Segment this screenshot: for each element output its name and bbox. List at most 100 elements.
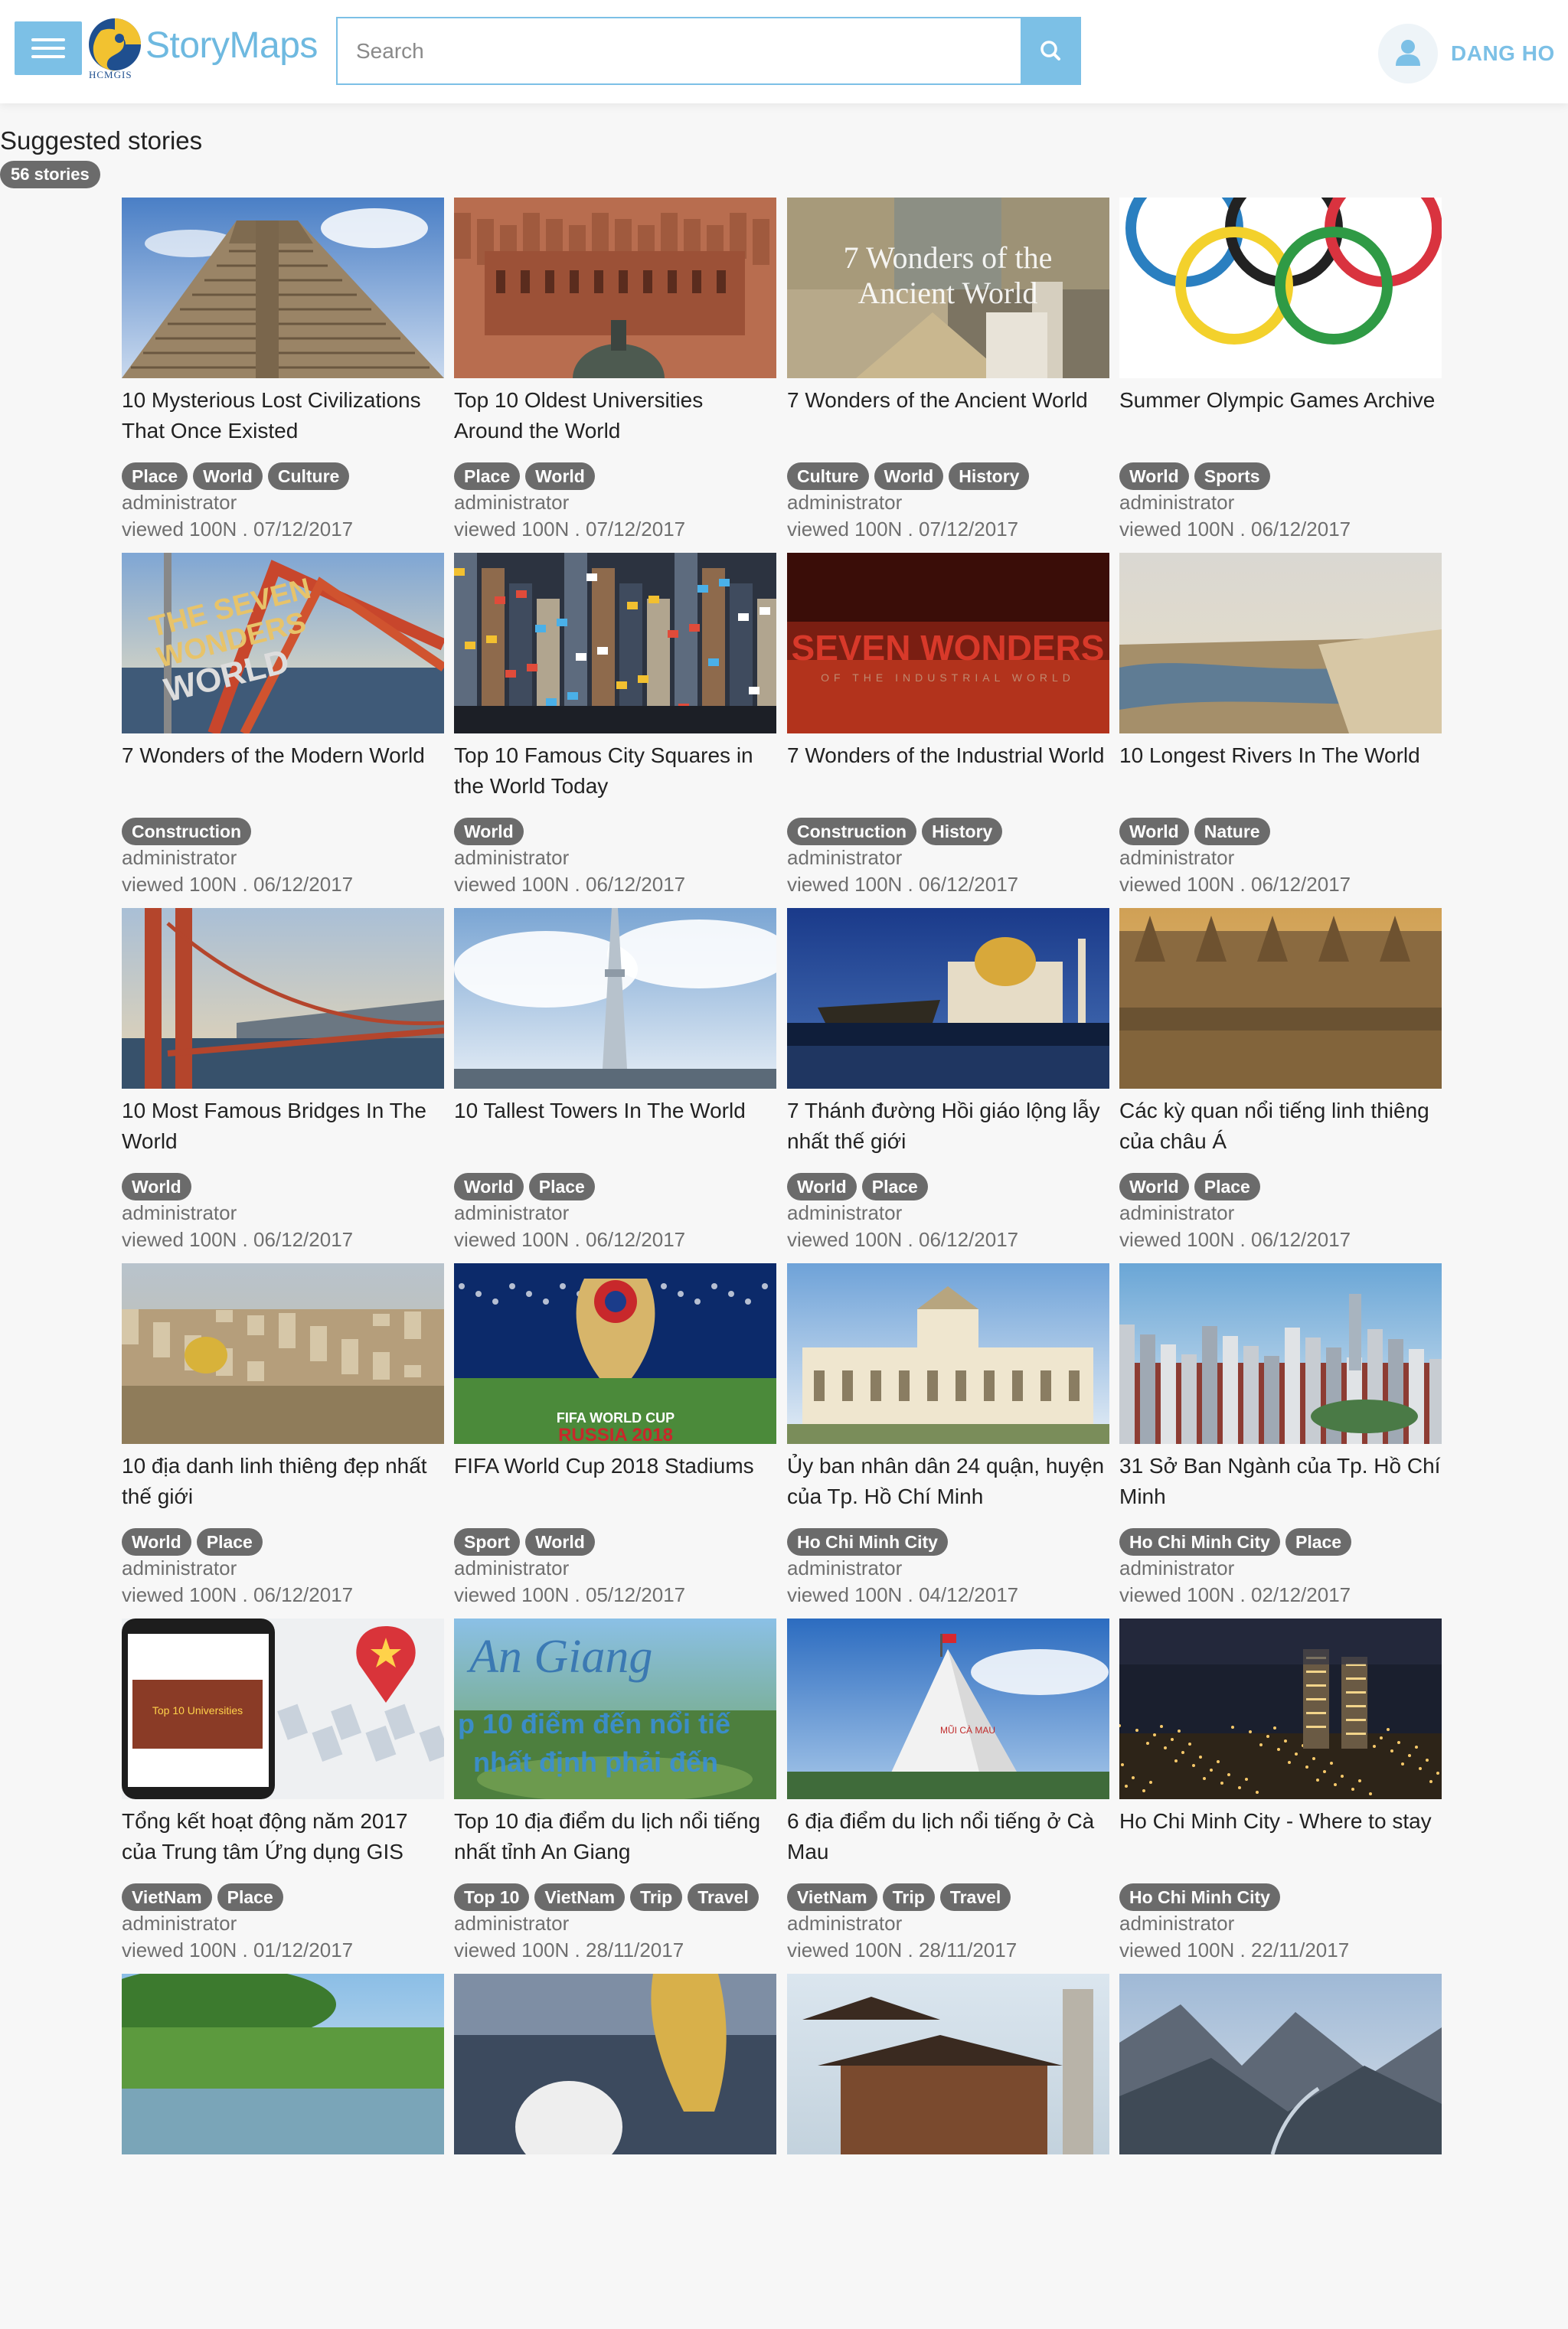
tag-badge[interactable]: World <box>193 462 263 490</box>
story-thumbnail[interactable]: Top 10 Universities <box>122 1619 444 1799</box>
story-thumbnail[interactable] <box>1119 1974 1442 2154</box>
tag-badge[interactable]: Place <box>1285 1528 1352 1556</box>
story-thumbnail[interactable] <box>1119 553 1442 733</box>
story-card[interactable]: FIFA WORLD CUP RUSSIA 2018 FIFA World Cup… <box>454 1263 776 1619</box>
tag-badge[interactable]: World <box>454 1173 524 1200</box>
story-card[interactable]: Summer Olympic Games Archive World Sports a… <box>1119 198 1442 553</box>
story-thumbnail[interactable] <box>454 553 776 733</box>
story-thumbnail[interactable]: SEVEN WONDERS OF THE INDUSTRIAL WORLD <box>787 553 1109 733</box>
story-title[interactable]: 6 địa điểm du lịch nổi tiếng ở Cà Mau <box>787 1806 1109 1867</box>
user-name-link[interactable]: DANG HO <box>1451 41 1555 66</box>
story-title[interactable]: 7 Wonders of the Ancient World <box>787 385 1109 416</box>
story-card[interactable]: Top 10 Universities Tổng kết hoạt động n… <box>122 1619 444 1974</box>
story-thumbnail[interactable] <box>122 198 444 378</box>
story-card[interactable]: THE SEVEN WONDERS WORLD 7 Wonders of the … <box>122 553 444 908</box>
tag-badge[interactable]: Place <box>454 462 521 490</box>
story-title[interactable]: 10 Most Famous Bridges In The World <box>122 1096 444 1157</box>
story-title[interactable]: 10 địa danh linh thiêng đẹp nhất thế giớ… <box>122 1451 444 1512</box>
story-thumbnail[interactable]: 7 Wonders of the Ancient World <box>787 198 1109 378</box>
story-card[interactable]: MŨI CÀ MAU 6 địa điểm du lịch nổi tiếng … <box>787 1619 1109 1974</box>
tag-badge[interactable]: Construction <box>122 818 252 845</box>
story-card[interactable]: SEVEN WONDERS OF THE INDUSTRIAL WORLD 7 W… <box>787 553 1109 908</box>
tag-badge[interactable]: World <box>1119 462 1189 490</box>
tag-badge[interactable]: World <box>874 462 944 490</box>
tag-badge[interactable]: Ho Chi Minh City <box>1119 1883 1280 1911</box>
story-title[interactable]: 7 Thánh đường Hồi giáo lộng lẫy nhất thế… <box>787 1096 1109 1157</box>
story-card[interactable]: 10 Longest Rivers In The World World Natur… <box>1119 553 1442 908</box>
story-thumbnail[interactable] <box>787 1974 1109 2154</box>
tag-badge[interactable]: VietNam <box>534 1883 626 1911</box>
tag-badge[interactable]: World <box>787 1173 857 1200</box>
tag-badge[interactable]: World <box>1119 1173 1189 1200</box>
story-thumbnail[interactable] <box>454 908 776 1089</box>
story-thumbnail[interactable] <box>1119 198 1442 378</box>
story-thumbnail[interactable] <box>1119 908 1442 1089</box>
story-thumbnail[interactable] <box>454 1974 776 2154</box>
tag-badge[interactable]: Sports <box>1194 462 1270 490</box>
story-card[interactable]: Top 10 Oldest Universities Around the Wo… <box>454 198 776 553</box>
tag-badge[interactable]: History <box>922 818 1003 845</box>
tag-badge[interactable]: Nature <box>1194 818 1270 845</box>
story-card[interactable]: 31 Sở Ban Ngành của Tp. Hồ Chí Minh Ho Ch… <box>1119 1263 1442 1619</box>
story-card[interactable] <box>1119 1974 1442 2329</box>
tag-badge[interactable]: Culture <box>267 462 350 490</box>
story-title[interactable]: 7 Wonders of the Modern World <box>122 740 444 771</box>
story-thumbnail[interactable] <box>1119 1263 1442 1444</box>
tag-badge[interactable]: Ho Chi Minh City <box>787 1528 948 1556</box>
story-thumbnail[interactable]: An Giang p 10 điểm đến nổi tiế nhất định… <box>454 1619 776 1799</box>
tag-badge[interactable]: Place <box>217 1883 283 1911</box>
story-thumbnail[interactable] <box>787 1263 1109 1444</box>
story-card[interactable]: Ủy ban nhân dân 24 quận, huyện của Tp. H… <box>787 1263 1109 1619</box>
tag-badge[interactable]: World <box>525 1528 595 1556</box>
story-card[interactable]: Các kỳ quan nổi tiếng linh thiêng của ch… <box>1119 908 1442 1263</box>
search-input[interactable] <box>338 18 1019 83</box>
story-card[interactable]: 7 Wonders of the Ancient World 7 Wonders … <box>787 198 1109 553</box>
tag-badge[interactable]: World <box>122 1528 191 1556</box>
story-title[interactable]: 10 Longest Rivers In The World <box>1119 740 1442 771</box>
tag-badge[interactable]: Travel <box>939 1883 1011 1911</box>
story-card[interactable] <box>122 1974 444 2329</box>
user-avatar[interactable] <box>1378 24 1438 83</box>
story-thumbnail[interactable]: MŨI CÀ MAU <box>787 1619 1109 1799</box>
logo-text[interactable]: StoryMaps <box>145 24 318 67</box>
tag-badge[interactable]: Top 10 <box>454 1883 530 1911</box>
story-thumbnail[interactable] <box>122 1974 444 2154</box>
story-title[interactable]: Top 10 Famous City Squares in the World … <box>454 740 776 802</box>
story-title[interactable]: Các kỳ quan nổi tiếng linh thiêng của ch… <box>1119 1096 1442 1157</box>
tag-badge[interactable]: Trip <box>630 1883 683 1911</box>
tag-badge[interactable]: World <box>1119 818 1189 845</box>
tag-badge[interactable]: Trip <box>882 1883 935 1911</box>
story-card[interactable]: 7 Thánh đường Hồi giáo lộng lẫy nhất thế… <box>787 908 1109 1263</box>
story-title[interactable]: Ủy ban nhân dân 24 quận, huyện của Tp. H… <box>787 1451 1109 1512</box>
story-title[interactable]: FIFA World Cup 2018 Stadiums <box>454 1451 776 1481</box>
story-thumbnail[interactable] <box>787 908 1109 1089</box>
tag-badge[interactable]: Sport <box>454 1528 521 1556</box>
tag-badge[interactable]: Travel <box>688 1883 759 1911</box>
story-card[interactable]: 10 Most Famous Bridges In The World World… <box>122 908 444 1263</box>
tag-badge[interactable]: VietNam <box>122 1883 212 1911</box>
tag-badge[interactable]: Place <box>1194 1173 1260 1200</box>
story-title[interactable]: Summer Olympic Games Archive <box>1119 385 1442 416</box>
story-card[interactable] <box>454 1974 776 2329</box>
tag-badge[interactable]: Culture <box>787 462 869 490</box>
story-title[interactable]: Top 10 Oldest Universities Around the Wo… <box>454 385 776 446</box>
story-thumbnail[interactable] <box>454 198 776 378</box>
search-button[interactable] <box>1021 17 1081 85</box>
tag-badge[interactable]: History <box>949 462 1030 490</box>
story-card[interactable] <box>787 1974 1109 2329</box>
story-thumbnail[interactable]: FIFA WORLD CUP RUSSIA 2018 <box>454 1263 776 1444</box>
tag-badge[interactable]: World <box>525 462 595 490</box>
tag-badge[interactable]: Place <box>196 1528 263 1556</box>
tag-badge[interactable]: VietNam <box>787 1883 877 1911</box>
story-thumbnail[interactable] <box>122 908 444 1089</box>
story-thumbnail[interactable] <box>1119 1619 1442 1799</box>
tag-badge[interactable]: Ho Chi Minh City <box>1119 1528 1280 1556</box>
story-thumbnail[interactable]: THE SEVEN WONDERS WORLD <box>122 553 444 733</box>
tag-badge[interactable]: Place <box>122 462 188 490</box>
story-title[interactable]: Ho Chi Minh City - Where to stay <box>1119 1806 1442 1837</box>
story-title[interactable]: Top 10 địa điểm du lịch nổi tiếng nhất t… <box>454 1806 776 1867</box>
tag-badge[interactable]: World <box>122 1173 191 1200</box>
hamburger-menu-button[interactable] <box>15 21 82 75</box>
tag-badge[interactable]: Place <box>861 1173 928 1200</box>
story-title[interactable]: 10 Tallest Towers In The World <box>454 1096 776 1126</box>
